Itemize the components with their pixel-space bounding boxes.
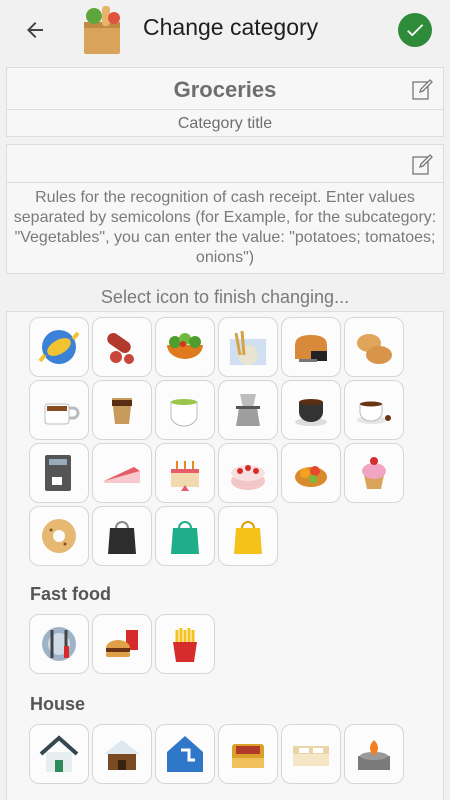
bread-icon	[295, 335, 327, 362]
icon-tile[interactable]	[155, 506, 215, 566]
icon-tile[interactable]	[92, 614, 152, 674]
fries-icon	[173, 628, 197, 662]
icon-tile[interactable]	[29, 443, 89, 503]
icon-tile[interactable]	[281, 380, 341, 440]
select-icon-hint: Select icon to finish changing...	[100, 287, 350, 307]
rules-field[interactable]	[7, 145, 443, 183]
icon-tile[interactable]	[344, 380, 404, 440]
sausage-icon	[107, 332, 134, 364]
house-plumbing-icon	[167, 736, 203, 772]
icon-tile[interactable]	[155, 380, 215, 440]
icon-tile[interactable]	[344, 317, 404, 377]
category-title-panel: Groceries Category title	[6, 67, 444, 137]
black-bag-icon	[108, 521, 136, 554]
category-name: Groceries	[173, 77, 277, 102]
icon-tile[interactable]	[218, 317, 278, 377]
icon-grid-house	[29, 724, 409, 784]
icon-tile[interactable]	[218, 380, 278, 440]
candy-icon	[38, 330, 80, 364]
cutlery-plate-icon	[42, 627, 76, 661]
green-bag-icon	[171, 521, 199, 554]
icon-grid-fast-food	[29, 614, 409, 674]
icon-tile[interactable]	[92, 724, 152, 784]
stove-fire-icon	[358, 740, 390, 770]
icon-tile[interactable]	[29, 724, 89, 784]
coffee-cup-icon	[295, 399, 327, 426]
grocery-bag-icon	[84, 6, 120, 54]
app-bar: Change category	[0, 0, 450, 60]
snowy-house-icon	[104, 740, 140, 770]
icon-tile[interactable]	[218, 506, 278, 566]
icon-tile[interactable]	[29, 380, 89, 440]
icon-tile[interactable]	[155, 614, 215, 674]
confirm-button[interactable]	[398, 13, 432, 47]
icon-grid-groceries	[29, 317, 409, 566]
icon-tile[interactable]	[344, 443, 404, 503]
icon-tile[interactable]	[218, 443, 278, 503]
icon-tile[interactable]	[92, 317, 152, 377]
coffee-mug-icon	[44, 403, 80, 425]
category-name-field[interactable]: Groceries	[7, 68, 443, 110]
icon-tile[interactable]	[218, 724, 278, 784]
icon-tile[interactable]	[344, 724, 404, 784]
harvest-icon	[230, 330, 266, 365]
edit-icon[interactable]	[411, 152, 435, 176]
icon-tile[interactable]	[155, 443, 215, 503]
icon-tile[interactable]	[92, 443, 152, 503]
coffee-machine-icon	[45, 455, 71, 491]
buns-icon	[357, 334, 392, 364]
salad-icon	[167, 333, 203, 359]
moka-pot-icon	[236, 394, 260, 426]
edit-icon[interactable]	[411, 77, 435, 101]
donut-icon	[42, 519, 76, 553]
green-tea-icon	[170, 399, 198, 427]
burger-drink-icon	[106, 630, 138, 657]
icon-tile[interactable]	[281, 317, 341, 377]
icon-tile[interactable]	[92, 506, 152, 566]
cake-slice-icon	[104, 467, 140, 483]
bed-icon	[232, 744, 264, 768]
icon-tile[interactable]	[29, 506, 89, 566]
yellow-bag-icon	[234, 521, 262, 554]
icon-tile[interactable]	[155, 317, 215, 377]
arrow-left-icon	[27, 22, 43, 38]
icon-tile[interactable]	[281, 724, 341, 784]
strawberry-cake-icon	[231, 465, 265, 490]
page-title: Change category	[143, 14, 319, 40]
category-title-caption: Category title	[177, 115, 273, 132]
icon-tile[interactable]	[29, 614, 89, 674]
rules-panel: Rules for the recognition of cash receip…	[6, 144, 444, 274]
espresso-cup-icon	[357, 401, 391, 424]
icon-tile[interactable]	[281, 443, 341, 503]
fruit-tart-icon	[295, 466, 327, 487]
check-icon	[407, 24, 424, 37]
icon-tile[interactable]	[29, 317, 89, 377]
birthday-cake-icon	[171, 461, 199, 491]
icon-tile[interactable]	[92, 380, 152, 440]
double-bed-icon	[293, 746, 329, 766]
section-title-fast-food: Fast food	[30, 584, 111, 604]
icon-tile[interactable]	[155, 724, 215, 784]
back-button[interactable]	[18, 14, 52, 46]
cupcake-icon	[362, 457, 386, 489]
section-title-house: House	[30, 694, 86, 714]
house-icon	[39, 735, 79, 772]
rules-description: Rules for the recognition of cash receip…	[13, 189, 437, 266]
icon-picker: Fast food House	[6, 311, 444, 800]
latte-icon	[112, 398, 132, 424]
